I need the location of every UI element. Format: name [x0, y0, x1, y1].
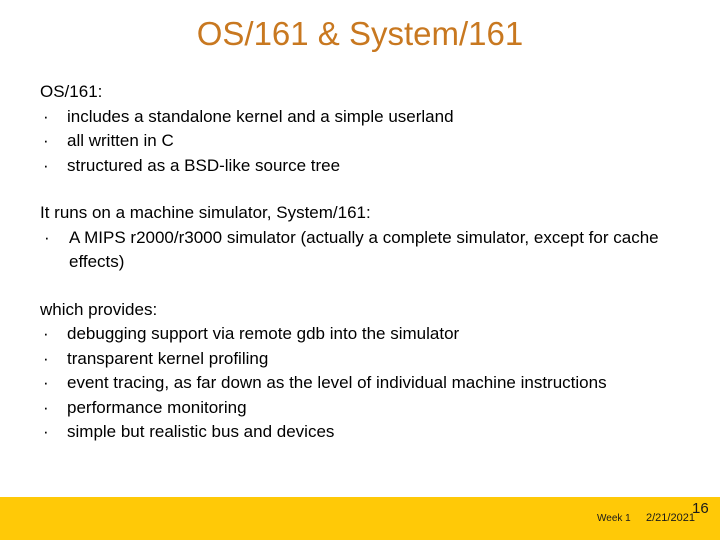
bullet-dot-icon: · — [43, 373, 49, 392]
footer-date: 2/21/2021 — [646, 512, 695, 524]
bullet-dot-icon: · — [43, 348, 49, 368]
list-item: · structured as a BSD-like source tree — [40, 154, 688, 179]
content-block-system161: It runs on a machine simulator, System/1… — [40, 201, 688, 275]
bullet-dot-icon: · — [43, 397, 49, 417]
bullet-dot-icon: · — [44, 227, 50, 247]
bullet-dot-icon: · — [43, 324, 49, 343]
bullet-dot-icon: · — [43, 422, 49, 441]
list-item: · event tracing, as far down as the leve… — [40, 371, 688, 396]
page-title: OS/161 & System/161 — [196, 15, 524, 52]
content-block-provides: which provides: · debugging support via … — [40, 298, 688, 445]
list-item: · simple but realistic bus and devices — [40, 420, 688, 445]
bullet-list-provides: · debugging support via remote gdb into … — [40, 322, 688, 445]
page-number: 16 — [692, 500, 709, 517]
bullet-dot-icon: · — [43, 106, 49, 126]
list-item: · performance monitoring — [40, 396, 688, 421]
list-item-label: includes a standalone kernel and a simpl… — [67, 106, 454, 126]
bullet-list-os161: · includes a standalone kernel and a sim… — [40, 105, 688, 179]
block-lead-text: It runs on a machine simulator, System/1… — [40, 203, 371, 222]
list-item: · A MIPS r2000/r3000 simulator (actually… — [40, 226, 688, 275]
list-item: · debugging support via remote gdb into … — [40, 322, 688, 347]
list-item: · transparent kernel profiling — [40, 347, 688, 372]
list-item: · all written in C — [40, 129, 688, 154]
bullet-list-system161: · A MIPS r2000/r3000 simulator (actually… — [40, 226, 688, 275]
list-item-label: debugging support via remote gdb into th… — [67, 324, 460, 343]
list-item-label: transparent kernel profiling — [67, 348, 269, 368]
list-item-label: simple but realistic bus and devices — [67, 422, 335, 441]
list-item-label: structured as a BSD-like source tree — [67, 155, 341, 175]
block-lead-text: OS/161: — [40, 82, 103, 101]
list-item: · includes a standalone kernel and a sim… — [40, 105, 688, 130]
slide-canvas: OS/161 & System/161 OS/161: · includes a… — [0, 0, 720, 540]
block-lead-text: which provides: — [40, 299, 158, 319]
list-item-label: A MIPS r2000/r3000 simulator (actually a… — [69, 227, 659, 272]
footer-week-label: Week 1 — [597, 513, 631, 524]
list-item-label: performance monitoring — [67, 397, 247, 417]
content-block-os161: OS/161: · includes a standalone kernel a… — [40, 80, 688, 178]
list-item-label: event tracing, as far down as the level … — [67, 373, 607, 392]
bullet-dot-icon: · — [43, 131, 49, 150]
list-item-label: all written in C — [67, 131, 174, 150]
bullet-dot-icon: · — [43, 155, 49, 175]
slide-body: OS/161: · includes a standalone kernel a… — [40, 80, 688, 445]
